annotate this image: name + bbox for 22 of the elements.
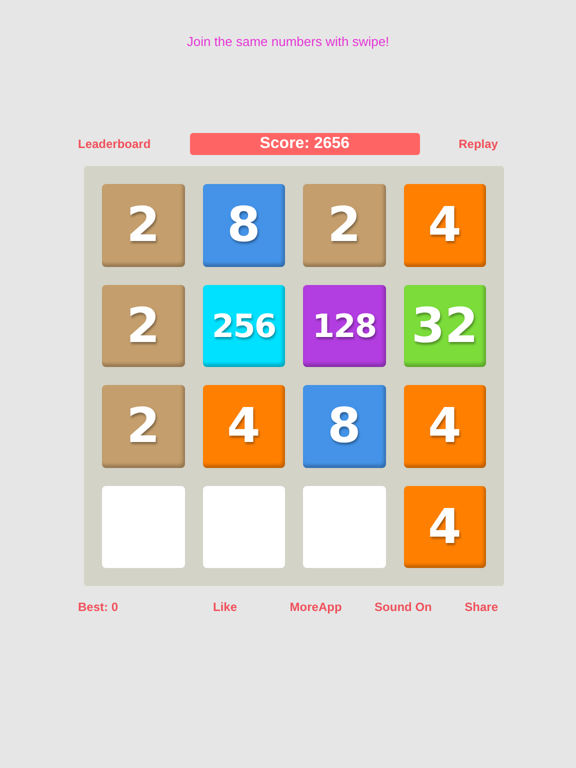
- number-tile: 2: [303, 184, 386, 266]
- number-tile: 8: [202, 184, 285, 266]
- number-tile: 4: [404, 184, 486, 266]
- best-score-text: Best: 0: [78, 600, 118, 614]
- number-tile: 2: [102, 385, 184, 468]
- replay-link[interactable]: Replay: [458, 137, 498, 151]
- number-tile: 8: [303, 385, 386, 468]
- footer-link[interactable]: Like: [213, 600, 238, 614]
- number-tile: 128: [303, 284, 386, 367]
- number-tile: 32: [404, 284, 486, 367]
- number-tile: 4: [404, 486, 486, 568]
- score-bar: Score: 2656: [190, 133, 420, 155]
- number-tile: 2: [102, 284, 184, 367]
- footer-link[interactable]: Sound On: [374, 600, 432, 614]
- number-tile: 2: [102, 184, 184, 266]
- footer-link[interactable]: MoreApp: [290, 600, 342, 614]
- number-tile: 4: [404, 385, 486, 468]
- number-tile: 4: [202, 385, 285, 468]
- leaderboard-link[interactable]: Leaderboard: [78, 137, 151, 151]
- instruction-text: Join the same numbers with swipe!: [186, 33, 390, 51]
- footer-link[interactable]: Share: [464, 600, 498, 614]
- number-tile: 256: [202, 284, 285, 367]
